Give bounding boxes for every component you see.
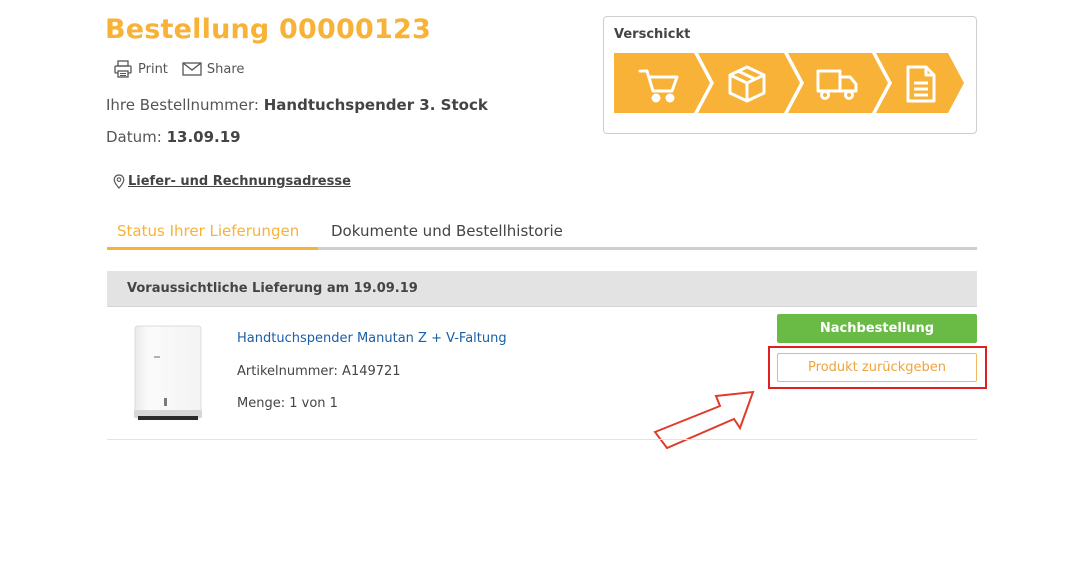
share-label: Share bbox=[206, 61, 245, 77]
step-cart bbox=[614, 53, 710, 113]
reorder-button[interactable]: Nachbestellung bbox=[777, 314, 977, 343]
delivery-heading: Voraussichtliche Lieferung am 19.09.19 bbox=[127, 281, 418, 296]
order-number-value: Handtuchspender 3. Stock bbox=[263, 96, 488, 114]
product-quantity: Menge: 1 von 1 bbox=[237, 396, 338, 411]
order-number-label: Ihre Bestellnummer: bbox=[106, 96, 259, 114]
shipping-status-label: Verschickt bbox=[614, 27, 691, 42]
delivery-header: Voraussichtliche Lieferung am 19.09.19 bbox=[107, 271, 977, 307]
order-date-value: 13.09.19 bbox=[166, 128, 241, 146]
step-package bbox=[698, 53, 800, 113]
return-product-button[interactable]: Produkt zurückgeben bbox=[777, 353, 977, 382]
step-truck bbox=[788, 53, 888, 113]
order-number-line: Ihre Bestellnummer: Handtuchspender 3. S… bbox=[106, 96, 488, 114]
print-label: Print bbox=[138, 61, 168, 77]
tab-delivery-status[interactable]: Status Ihrer Lieferungen bbox=[117, 222, 299, 240]
print-button[interactable]: Print bbox=[113, 59, 168, 79]
share-button[interactable]: Share bbox=[182, 61, 245, 77]
shipping-progress-steps bbox=[614, 53, 964, 113]
location-pin-icon bbox=[113, 174, 125, 189]
product-article-number: Artikelnummer: A149721 bbox=[237, 364, 401, 379]
order-date-label: Datum: bbox=[106, 128, 162, 146]
row-divider bbox=[107, 439, 977, 440]
page-title: Bestellung 00000123 bbox=[105, 14, 431, 45]
step-document bbox=[876, 53, 964, 113]
product-image bbox=[134, 325, 202, 420]
tab-documents-history[interactable]: Dokumente und Bestellhistorie bbox=[331, 222, 563, 240]
address-link[interactable]: Liefer- und Rechnungsadresse bbox=[128, 174, 351, 189]
tab-bar: Status Ihrer Lieferungen Dokumente und B… bbox=[107, 214, 977, 250]
product-name-link[interactable]: Handtuchspender Manutan Z + V-Faltung bbox=[237, 331, 507, 346]
pointer-arrow-annotation bbox=[653, 390, 755, 450]
order-date-line: Datum: 13.09.19 bbox=[106, 128, 241, 146]
order-actions: Print Share bbox=[113, 59, 258, 79]
printer-icon bbox=[114, 60, 132, 78]
address-row: Liefer- und Rechnungsadresse bbox=[113, 174, 351, 189]
shipping-status-box: Verschickt bbox=[603, 16, 977, 134]
active-tab-indicator bbox=[107, 247, 318, 250]
envelope-icon bbox=[182, 62, 202, 76]
